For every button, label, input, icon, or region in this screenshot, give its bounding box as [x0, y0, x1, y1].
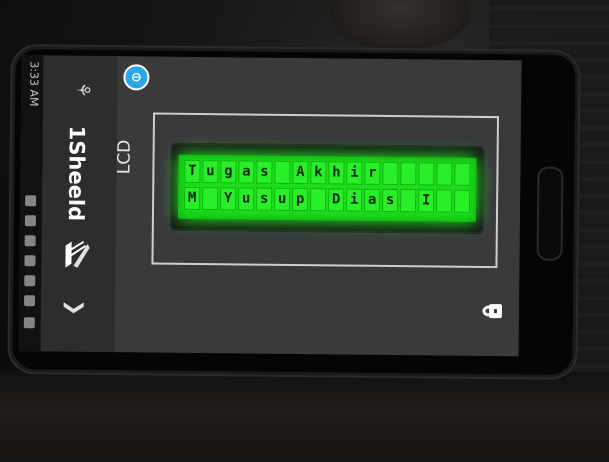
lcd-cell: p — [292, 187, 309, 212]
app-bar: ⚘ 1Sheeld ❯ — [40, 55, 118, 353]
notification-icon — [23, 295, 36, 307]
lcd-cell: A — [292, 160, 309, 185]
lcd-cell — [400, 189, 417, 213]
lcd-module: Tugas Akhir M Yusup Dias I — [169, 142, 485, 234]
lcd-cell: h — [328, 161, 345, 185]
settings-icon[interactable]: ⚘ — [71, 82, 93, 104]
notification-icon — [24, 215, 36, 227]
shield-badge-icon[interactable]: ⊖ — [123, 64, 150, 91]
lcd-cell: I — [418, 189, 435, 213]
shield-name: LCD — [114, 139, 135, 175]
lcd-cell: k — [310, 161, 327, 185]
lcd-cell — [436, 162, 453, 186]
lcd-cell: i — [346, 188, 363, 212]
home-button[interactable] — [536, 166, 564, 261]
phone-screen: 3:33 AM ⚘ 1Sheeld ❯ ⊖ LCD T u g a s A k … — [18, 55, 522, 357]
lcd-cell: a — [238, 160, 255, 184]
chevron-down-icon[interactable]: ❯ — [63, 299, 87, 316]
notification-icon — [24, 255, 36, 267]
lcd-cell: T — [184, 159, 201, 184]
lcd-cell — [310, 188, 327, 212]
lcd-cell — [274, 160, 291, 184]
phone: 3:33 AM ⚘ 1Sheeld ❯ ⊖ LCD T u g a s A k … — [12, 49, 576, 375]
lcd-cell: g — [220, 160, 237, 184]
lcd-cell: Y — [220, 187, 237, 211]
lcd-cell — [436, 189, 453, 213]
lcd-cell — [382, 161, 399, 186]
lcd-cell: M — [184, 186, 201, 211]
lcd-cell: D — [328, 188, 345, 212]
lcd-cell — [454, 162, 471, 186]
lcd-cell: i — [346, 161, 363, 185]
hand-bottom — [0, 372, 609, 462]
status-bar: 3:33 AM — [18, 55, 44, 352]
lcd-cell — [454, 189, 471, 213]
lcd-row: M Yusup Dias I — [184, 186, 471, 213]
shield-content: ⊖ LCD Tugas Akhir M Yusup Dias I — [114, 56, 522, 357]
wifi-icon — [25, 195, 37, 207]
lcd-display: Tugas Akhir M Yusup Dias I — [177, 154, 477, 222]
logo-icon — [65, 240, 90, 268]
lcd-cell: s — [256, 187, 273, 211]
notification-icon — [24, 235, 36, 247]
lcd-cell: u — [238, 187, 255, 211]
lcd-cell: s — [382, 188, 399, 213]
lcd-cell — [202, 187, 219, 211]
photo-scene: 3:33 AM ⚘ 1Sheeld ❯ ⊖ LCD T u g a s A k … — [0, 0, 609, 462]
lock-icon[interactable] — [481, 302, 503, 320]
lcd-cell — [418, 162, 435, 186]
app-title: 1Sheeld — [63, 125, 89, 222]
lcd-cell: s — [256, 160, 273, 184]
lcd-row: Tugas Akhir — [184, 159, 471, 186]
notification-icon — [24, 275, 36, 287]
lcd-cell: a — [364, 188, 381, 212]
lcd-cell — [400, 162, 417, 186]
lcd-cell: r — [364, 161, 381, 185]
lcd-cell: u — [202, 160, 219, 184]
status-time: 3:33 AM — [27, 61, 41, 107]
hand-shadow — [330, 0, 470, 50]
notification-icon — [23, 317, 35, 329]
lcd-cell: u — [274, 187, 291, 211]
